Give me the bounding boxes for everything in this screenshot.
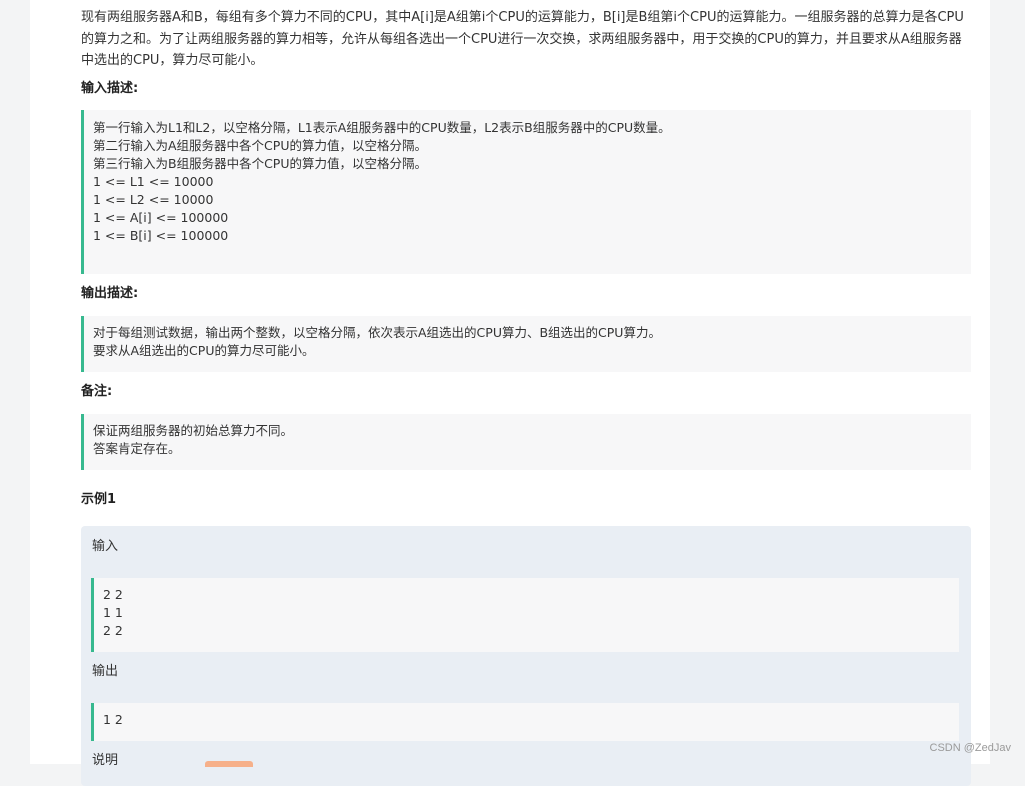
note-section-title: 备注: <box>81 384 113 399</box>
input-description-block: 第一行输入为L1和L2，以空格分隔，L1表示A组服务器中的CPU数量，L2表示B… <box>81 110 971 274</box>
example-title: 示例1 <box>81 492 117 507</box>
floating-tab[interactable] <box>205 761 253 767</box>
input-desc-line: 1 <= L1 <= 10000 <box>93 174 214 189</box>
note-line: 保证两组服务器的初始总算力不同。 <box>93 423 294 438</box>
input-desc-line: 第三行输入为B组服务器中各个CPU的算力值，以空格分隔。 <box>93 156 427 171</box>
example-box: 输入 2 2 1 1 2 2 输出 1 2 说明 <box>81 526 971 786</box>
output-desc-line: 要求从A组选出的CPU的算力尽可能小。 <box>93 343 315 358</box>
input-section-title: 输入描述: <box>81 81 139 96</box>
note-line: 答案肯定存在。 <box>93 441 181 456</box>
csdn-watermark: CSDN @ZedJav <box>929 742 1011 754</box>
input-desc-line: 1 <= B[i] <= 100000 <box>93 228 229 243</box>
example-output-block: 1 2 <box>91 703 959 741</box>
example-explain-label: 说明 <box>92 753 119 768</box>
input-desc-line: 第二行输入为A组服务器中各个CPU的算力值，以空格分隔。 <box>93 138 427 153</box>
input-desc-line: 第一行输入为L1和L2，以空格分隔，L1表示A组服务器中的CPU数量，L2表示B… <box>93 120 671 135</box>
input-desc-line: 1 <= L2 <= 10000 <box>93 192 214 207</box>
output-description-block: 对于每组测试数据，输出两个整数，以空格分隔，依次表示A组选出的CPU算力、B组选… <box>81 316 971 372</box>
problem-description: 现有两组服务器A和B，每组有多个算力不同的CPU，其中A[i]是A组第i个CPU… <box>81 10 964 68</box>
article-page: 现有两组服务器A和B，每组有多个算力不同的CPU，其中A[i]是A组第i个CPU… <box>30 0 990 786</box>
example-input-label: 输入 <box>92 539 119 554</box>
example-output-line: 1 2 <box>103 712 123 727</box>
input-desc-line: 1 <= A[i] <= 100000 <box>93 210 229 225</box>
example-input-line: 2 2 <box>103 623 123 638</box>
example-input-line: 1 1 <box>103 605 123 620</box>
note-block: 保证两组服务器的初始总算力不同。 答案肯定存在。 <box>81 414 971 470</box>
output-section-title: 输出描述: <box>81 286 139 301</box>
example-input-line: 2 2 <box>103 587 123 602</box>
output-desc-line: 对于每组测试数据，输出两个整数，以空格分隔，依次表示A组选出的CPU算力、B组选… <box>93 325 661 340</box>
example-input-block: 2 2 1 1 2 2 <box>91 578 959 652</box>
example-output-label: 输出 <box>92 664 119 679</box>
